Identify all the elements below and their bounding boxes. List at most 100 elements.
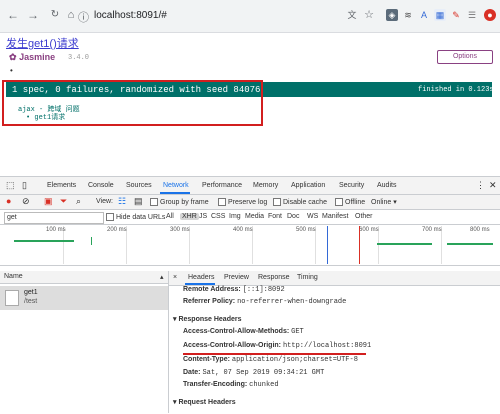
type-media[interactable]: Media [245,213,264,220]
hide-data-urls-label: Hide data URLs [116,213,166,221]
type-img[interactable]: Img [229,213,241,220]
name-column-header[interactable]: Name [4,273,23,280]
view-label: View: [96,198,113,205]
info-icon: ⓘ [78,12,89,24]
type-doc[interactable]: Doc [287,213,299,220]
sort-icon[interactable]: ▴ [160,273,164,281]
type-manifest[interactable]: Manifest [322,213,348,220]
reload-icon[interactable]: ↻ [48,8,62,22]
url-text[interactable]: localhost:8091/# [94,10,167,21]
get1-request-link[interactable]: 发生get1()请求 [6,35,79,51]
back-icon[interactable]: ← [6,8,20,22]
extension-wave-icon[interactable]: ≋ [402,9,414,21]
profile-icon[interactable]: ● [484,9,496,21]
header-row: Access-Control-Allow-Methods: GET [183,328,304,336]
header-value: [::1]:8092 [242,286,285,294]
tab-security[interactable]: Security [339,182,364,189]
extension-bars-icon[interactable]: ☰ [466,9,478,21]
overview-icon[interactable]: ▤ [134,196,143,207]
search-icon[interactable]: ⌕ [76,196,81,207]
inspect-icon[interactable]: ⬚ [6,180,15,191]
tab-audits[interactable]: Audits [377,182,396,189]
tab-response[interactable]: Response [258,274,290,281]
filter-icon[interactable]: ⏷ [60,196,67,207]
header-value: application/json;charset=UTF-8 [231,356,358,364]
checkbox[interactable] [218,198,226,206]
star-icon[interactable]: ☆ [363,9,375,21]
response-headers-section[interactable]: ▾ Response Headers [173,315,242,323]
forward-icon[interactable]: → [26,8,40,22]
tab-application[interactable]: Application [291,182,325,189]
header-row: Content-Type: application/json;charset=U… [183,356,358,364]
tab-headers[interactable]: Headers [188,274,214,281]
chevron-down-icon: ▾ [393,199,397,206]
hide-data-urls[interactable]: Hide data URLs [106,213,165,221]
device-toggle-icon[interactable]: ▯ [22,180,27,191]
timeline-bar [14,240,74,242]
type-xhr-label: XHR [180,213,199,220]
tab-memory[interactable]: Memory [253,182,278,189]
type-js[interactable]: JS [199,213,207,220]
checkbox[interactable] [335,198,343,206]
tick-label: 200 ms [107,227,127,233]
extension-grid-icon[interactable]: ▦ [434,9,446,21]
timeline-bar [447,243,493,245]
tick-label: 400 ms [233,227,253,233]
tab-preview[interactable]: Preview [224,274,249,281]
checkbox[interactable] [106,213,114,221]
type-other[interactable]: Other [355,213,373,220]
domcontentloaded-marker [327,226,328,264]
type-ws[interactable]: WS [307,213,318,220]
type-xhr[interactable]: XHR [180,213,199,220]
request-path[interactable]: /test [24,298,37,305]
checkbox[interactable] [273,198,281,206]
type-all[interactable]: All [166,213,174,220]
filter-input[interactable]: get [4,212,104,224]
header-key: Date: [183,369,201,376]
address-bar[interactable]: ⓘ localhost:8091/# [74,7,374,25]
jasmine-logo: ✿ Jasmine [9,52,55,63]
header-key: Referrer Policy: [183,298,236,305]
translate-icon[interactable]: 文 [346,9,358,21]
highlight-underline [183,353,366,355]
header-key: Content-Type: [183,356,230,363]
large-rows-icon[interactable]: ☷ [118,196,126,207]
type-font[interactable]: Font [268,213,282,220]
disable-cache[interactable]: Disable cache [273,198,327,206]
extension-shield-icon[interactable]: ◈ [386,9,398,21]
checkbox[interactable] [150,198,158,206]
close-icon[interactable]: × [173,274,177,281]
throttling-value: Online [371,199,392,206]
disable-cache-label: Disable cache [283,198,327,206]
record-icon[interactable]: ● [6,196,11,206]
tab-performance[interactable]: Performance [202,182,242,189]
header-row: Date: Sat, 07 Sep 2019 09:34:21 GMT [183,369,324,377]
tick-label: 700 ms [422,227,442,233]
extension-pen-icon[interactable]: ✎ [450,9,462,21]
camera-icon[interactable]: ▣ [44,196,53,207]
tab-sources[interactable]: Sources [126,182,152,189]
offline[interactable]: Offline [335,198,365,206]
preserve-log[interactable]: Preserve log [218,198,267,206]
options-button[interactable]: Options [437,50,493,64]
group-by-frame[interactable]: Group by frame [150,198,209,206]
request-name[interactable]: get1 [24,289,38,296]
tab-console[interactable]: Console [88,182,114,189]
extension-a-icon[interactable]: A [418,9,430,21]
request-headers-section[interactable]: ▾ Request Headers [173,398,236,406]
type-css[interactable]: CSS [211,213,225,220]
highlight-box [2,80,263,126]
file-icon [5,290,19,306]
tab-timing[interactable]: Timing [297,274,318,281]
tick-label: 300 ms [170,227,190,233]
tab-network[interactable]: Network [163,182,189,189]
throttling-select[interactable]: Online ▾ [371,198,397,206]
split-divider[interactable] [168,271,169,413]
load-marker [359,226,360,264]
clear-icon[interactable]: ⊘ [22,196,30,207]
tab-elements[interactable]: Elements [47,182,76,189]
tick-label: 500 ms [296,227,316,233]
close-devtools-icon[interactable]: ✕ [489,180,497,191]
more-icon[interactable]: ⋮ [476,180,485,191]
jasmine-version: 3.4.0 [68,54,90,62]
